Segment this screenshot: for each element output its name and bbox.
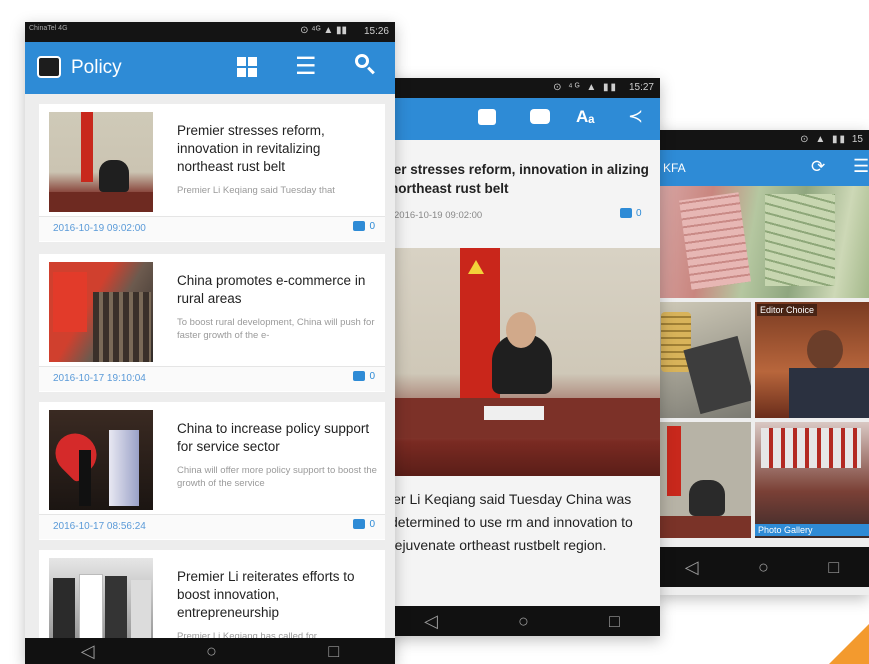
article-date: 2016-10-17 08:56:24 bbox=[53, 521, 146, 532]
comment-icon[interactable] bbox=[530, 109, 550, 124]
refresh-icon[interactable]: ⟳ bbox=[811, 157, 825, 177]
tile-premier[interactable] bbox=[655, 422, 751, 538]
article-date: 2016-10-17 19:10:04 bbox=[53, 373, 146, 384]
tile-calculator[interactable] bbox=[655, 302, 751, 418]
article-title: Premier Li reiterates efforts to boost i… bbox=[177, 569, 355, 620]
article-photo bbox=[384, 248, 660, 476]
phone-2-screen: ⊙ ⁴ᴳ ▲ ▮▮ 15:27 Aₐ ≺ ier stresses reform… bbox=[384, 78, 660, 636]
app-bar: Aₐ ≺ bbox=[384, 98, 660, 140]
status-icons: ⊙ ⁴ᴳ ▲ ▮▮ bbox=[553, 82, 618, 93]
article-footer: 2016-10-19 09:02:00 0 bbox=[39, 216, 385, 241]
back-icon[interactable]: ◁ bbox=[81, 641, 95, 662]
thumbs-up-icon[interactable] bbox=[478, 109, 496, 125]
status-time: 15 bbox=[851, 134, 863, 145]
article-card[interactable]: China promotes e-commerce in rural areas… bbox=[39, 254, 385, 392]
article-card[interactable]: Premier stresses reform, innovation in r… bbox=[39, 104, 385, 242]
recents-icon[interactable]: □ bbox=[609, 611, 620, 632]
like-count: 0 bbox=[369, 519, 375, 530]
tile-editor-choice[interactable]: Editor Choice bbox=[755, 302, 869, 418]
menu-icon[interactable]: ☰ bbox=[295, 52, 317, 81]
tile-photo-gallery[interactable]: Photo Gallery bbox=[755, 422, 869, 538]
app-logo-icon bbox=[37, 56, 61, 78]
status-bar: ⊙ ▲ ▮▮ 15 bbox=[655, 130, 869, 150]
article-snippet: Premier Li Keqiang said Tuesday that bbox=[177, 185, 335, 196]
editor-choice-label: Editor Choice bbox=[757, 304, 818, 316]
nav-bar: ◁ ○ □ bbox=[655, 547, 869, 587]
article-footer: 2016-10-17 19:10:04 0 bbox=[39, 366, 385, 391]
article-snippet: To boost rural development, China will p… bbox=[177, 317, 375, 341]
like-button[interactable]: 0 bbox=[353, 519, 375, 530]
share-icon[interactable]: ≺ bbox=[628, 106, 643, 127]
home-icon[interactable]: ○ bbox=[758, 557, 769, 578]
article-footer: 2016-10-17 08:56:24 0 bbox=[39, 514, 385, 539]
recents-icon[interactable]: □ bbox=[328, 641, 339, 662]
recents-icon[interactable]: □ bbox=[828, 557, 839, 578]
decorative-corner bbox=[829, 624, 869, 664]
font-size-icon[interactable]: Aₐ bbox=[576, 107, 595, 127]
phone-3-screen: ⊙ ▲ ▮▮ 15 KFA ⟳ ☰ Editor Choice Photo Ga… bbox=[655, 130, 869, 595]
nav-bar: ◁ ○ □ bbox=[384, 606, 660, 636]
article-thumbnail bbox=[49, 112, 153, 212]
photo-gallery-label: Photo Gallery bbox=[755, 524, 869, 536]
article-card[interactable]: Premier Li reiterates efforts to boost i… bbox=[39, 550, 385, 650]
status-bar: ChinaTel 4G ⊙ ⁴ᴳ ▲ ▮▮ 15:26 bbox=[25, 22, 395, 42]
status-time: 15:26 bbox=[363, 26, 389, 37]
home-icon[interactable]: ○ bbox=[206, 641, 217, 662]
article-body: ier Li Keqiang said Tuesday China was de… bbox=[390, 491, 633, 553]
article-date: 2016-10-19 09:02:00 bbox=[394, 210, 483, 221]
like-icon bbox=[620, 208, 632, 219]
article-title: Premier stresses reform, innovation in r… bbox=[177, 123, 325, 174]
app-bar: Policy ☰ bbox=[25, 42, 395, 94]
like-count: 0 bbox=[369, 371, 375, 382]
carrier-label: ChinaTel 4G bbox=[29, 25, 68, 32]
article-title: China to increase policy support for ser… bbox=[177, 421, 370, 454]
status-icons: ⊙ ⁴ᴳ ▲ ▮▮ bbox=[300, 25, 347, 36]
thumbs-up-icon bbox=[353, 371, 366, 382]
app-title: KFA bbox=[663, 161, 686, 175]
nav-bar: ◁ ○ □ bbox=[25, 638, 395, 664]
article-thumbnail bbox=[49, 410, 153, 510]
article-title: China promotes e-commerce in rural areas bbox=[177, 273, 366, 306]
article-card[interactable]: China to increase policy support for ser… bbox=[39, 402, 385, 540]
article-thumbnail bbox=[49, 558, 153, 650]
menu-icon[interactable]: ☰ bbox=[853, 156, 869, 177]
home-icon[interactable]: ○ bbox=[518, 611, 529, 632]
thumbs-up-icon bbox=[353, 221, 366, 232]
app-bar: KFA ⟳ ☰ bbox=[655, 150, 869, 186]
back-icon[interactable]: ◁ bbox=[424, 611, 438, 632]
page-title: Policy bbox=[71, 57, 122, 78]
grid-view-icon[interactable] bbox=[237, 57, 257, 77]
thumbs-up-icon bbox=[353, 519, 366, 530]
like-count: 0 bbox=[369, 221, 375, 232]
status-time: 15:27 bbox=[628, 82, 654, 93]
article-thumbnail bbox=[49, 262, 153, 362]
article-likes[interactable]: 0 bbox=[620, 208, 642, 219]
phone-1-screen: ChinaTel 4G ⊙ ⁴ᴳ ▲ ▮▮ 15:26 Policy ☰ Pre… bbox=[25, 22, 395, 664]
tile-money[interactable] bbox=[655, 186, 869, 298]
article-snippet: China will offer more policy support to … bbox=[177, 465, 377, 489]
status-bar: ⊙ ⁴ᴳ ▲ ▮▮ 15:27 bbox=[384, 78, 660, 98]
search-icon-handle bbox=[367, 66, 375, 75]
search-icon[interactable] bbox=[355, 54, 369, 68]
like-button[interactable]: 0 bbox=[353, 221, 375, 232]
back-icon[interactable]: ◁ bbox=[685, 557, 699, 578]
article-headline: ier stresses reform, innovation in alizi… bbox=[390, 162, 649, 196]
status-icons: ⊙ ▲ ▮▮ bbox=[800, 134, 847, 145]
like-count: 0 bbox=[636, 208, 642, 219]
article-date: 2016-10-19 09:02:00 bbox=[53, 223, 146, 234]
like-button[interactable]: 0 bbox=[353, 371, 375, 382]
